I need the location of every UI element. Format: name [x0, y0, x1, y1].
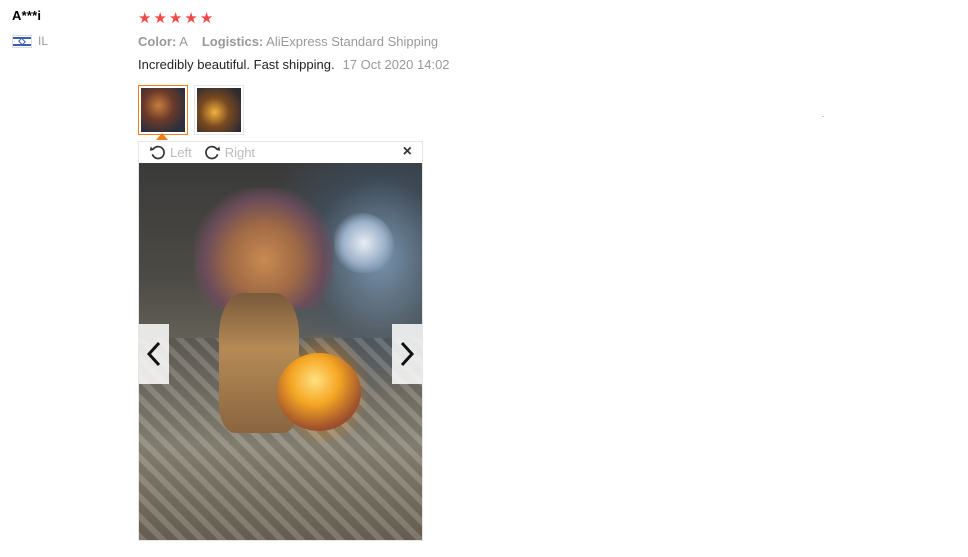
- review-text: Incredibly beautiful. Fast shipping.: [138, 57, 335, 72]
- previous-image-button[interactable]: [139, 324, 169, 384]
- country-code: IL: [38, 34, 49, 48]
- rotate-right-label: Right: [224, 144, 256, 160]
- logistics-value: AliExpress Standard Shipping: [266, 34, 439, 49]
- chevron-right-icon: [400, 341, 415, 367]
- viewer-toolbar: Left Right ×: [139, 142, 422, 162]
- star-icon: ★: [184, 9, 198, 27]
- israel-flag-icon: [12, 34, 32, 48]
- rotate-right-button[interactable]: Right: [204, 144, 255, 161]
- next-image-button[interactable]: [392, 324, 422, 384]
- reviewer-name: A***i: [12, 8, 42, 23]
- close-viewer-button[interactable]: ×: [403, 143, 412, 161]
- logistics-info: Logistics: AliExpress Standard Shipping: [202, 34, 438, 49]
- rotate-left-icon: [149, 145, 165, 159]
- chevron-left-icon: [146, 341, 161, 367]
- review-photo: [139, 163, 422, 540]
- review-thumbnail[interactable]: [194, 85, 244, 135]
- color-value: A: [179, 34, 188, 49]
- rotate-left-button[interactable]: Left: [149, 144, 192, 161]
- star-rating: ★ ★ ★ ★ ★: [138, 8, 738, 28]
- star-icon: ★: [199, 9, 214, 27]
- color-label: Color:: [138, 34, 177, 49]
- reviewer-info: A***i IL: [12, 8, 122, 48]
- rotate-right-icon: [204, 145, 220, 159]
- review-content: ★ ★ ★ ★ ★ Color: A Logistics: AliExpress…: [138, 8, 738, 73]
- star-icon: ★: [138, 9, 152, 27]
- image-viewer: Left Right ×: [138, 141, 423, 541]
- active-thumbnail-pointer: [156, 133, 168, 140]
- star-icon: ★: [153, 9, 167, 27]
- review-thumbnail[interactable]: [138, 85, 188, 135]
- review-meta: Color: A Logistics: AliExpress Standard …: [138, 34, 738, 49]
- logistics-label: Logistics:: [201, 34, 264, 49]
- stray-dot: [822, 116, 824, 117]
- review-date: 17 Oct 2020 14:02: [342, 57, 450, 72]
- review-feedback: Incredibly beautiful. Fast shipping. 17 …: [138, 57, 738, 72]
- star-icon: ★: [168, 9, 183, 27]
- color-info: Color: A: [138, 34, 188, 49]
- reviewer-country: IL: [12, 34, 122, 48]
- review-thumbnails: [138, 85, 244, 135]
- rotate-left-label: Left: [170, 144, 192, 160]
